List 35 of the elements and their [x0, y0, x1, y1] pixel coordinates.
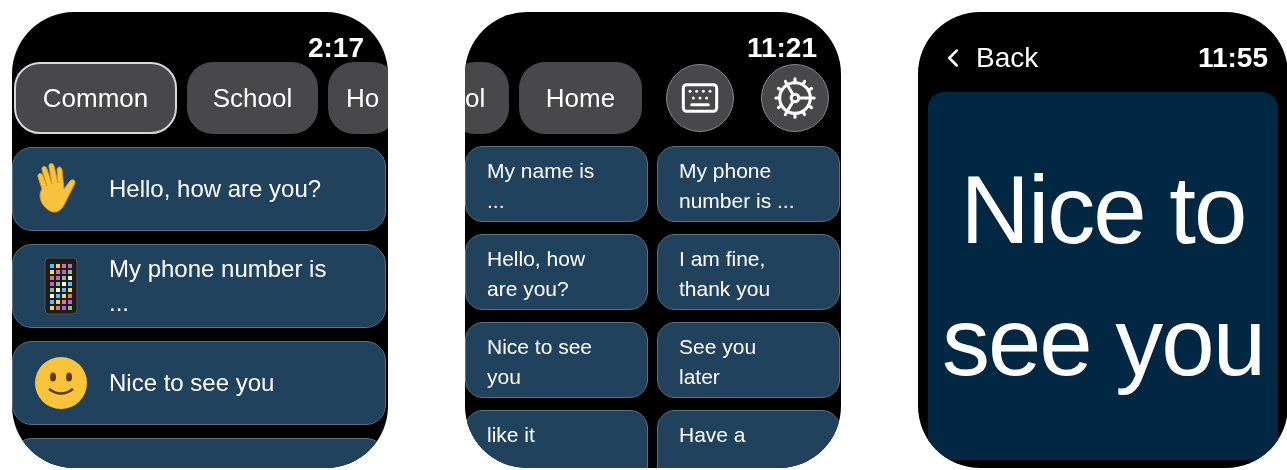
phrase-large-text: Nice to see you [940, 155, 1266, 397]
phrase-text: Hello, how are you? [109, 174, 323, 204]
smiley-icon [34, 356, 88, 410]
phrase-text: My phone number is ... [109, 254, 328, 318]
clock-time: 11:55 [1197, 44, 1268, 72]
category-tab[interactable]: Common [14, 62, 177, 134]
settings-icon [772, 75, 818, 121]
category-tab[interactable]: Home [519, 62, 642, 134]
phrase-card[interactable]: See you later [657, 322, 840, 398]
phrase-card[interactable]: I am fine, thank you [657, 234, 840, 310]
phrase-text: like it [487, 422, 536, 448]
phrase-text: I am fine, thank you [679, 246, 772, 302]
phrase-card[interactable]: Hello, how are you? [465, 234, 648, 310]
phrase-card[interactable]: Have a [657, 410, 840, 468]
phrase-card[interactable]: My phone number is ... [12, 244, 386, 328]
category-tab[interactable]: School [187, 62, 318, 134]
phrase-text: My name is ... [487, 158, 596, 214]
clock-time: 2:17 [307, 34, 364, 62]
category-tab[interactable]: ol [465, 62, 509, 134]
phrase-text: See you later [679, 334, 758, 390]
phrase-text: Hello, how are you? [487, 246, 587, 302]
phrase-card[interactable]: Nice to see you [465, 322, 648, 398]
clock-time: 11:21 [746, 34, 817, 62]
phrase-text: Have a [679, 422, 747, 448]
category-tab[interactable]: Ho [328, 62, 388, 134]
phrase-card[interactable]: like it [465, 410, 648, 468]
phrase-card[interactable]: Hello, how are you? [12, 147, 386, 231]
phrase-card[interactable]: My name is ... [465, 146, 648, 222]
phrase-text: Nice to see you [109, 368, 276, 398]
phone-icon [44, 257, 78, 315]
back-button[interactable]: Back [938, 43, 1039, 73]
phrase-card[interactable]: Nice to see you [12, 341, 386, 425]
phrase-text: Nice to see you [487, 334, 594, 390]
phrase-card[interactable]: My phone number is ... [657, 146, 840, 222]
phrase-text: My phone number is ... [679, 158, 796, 214]
